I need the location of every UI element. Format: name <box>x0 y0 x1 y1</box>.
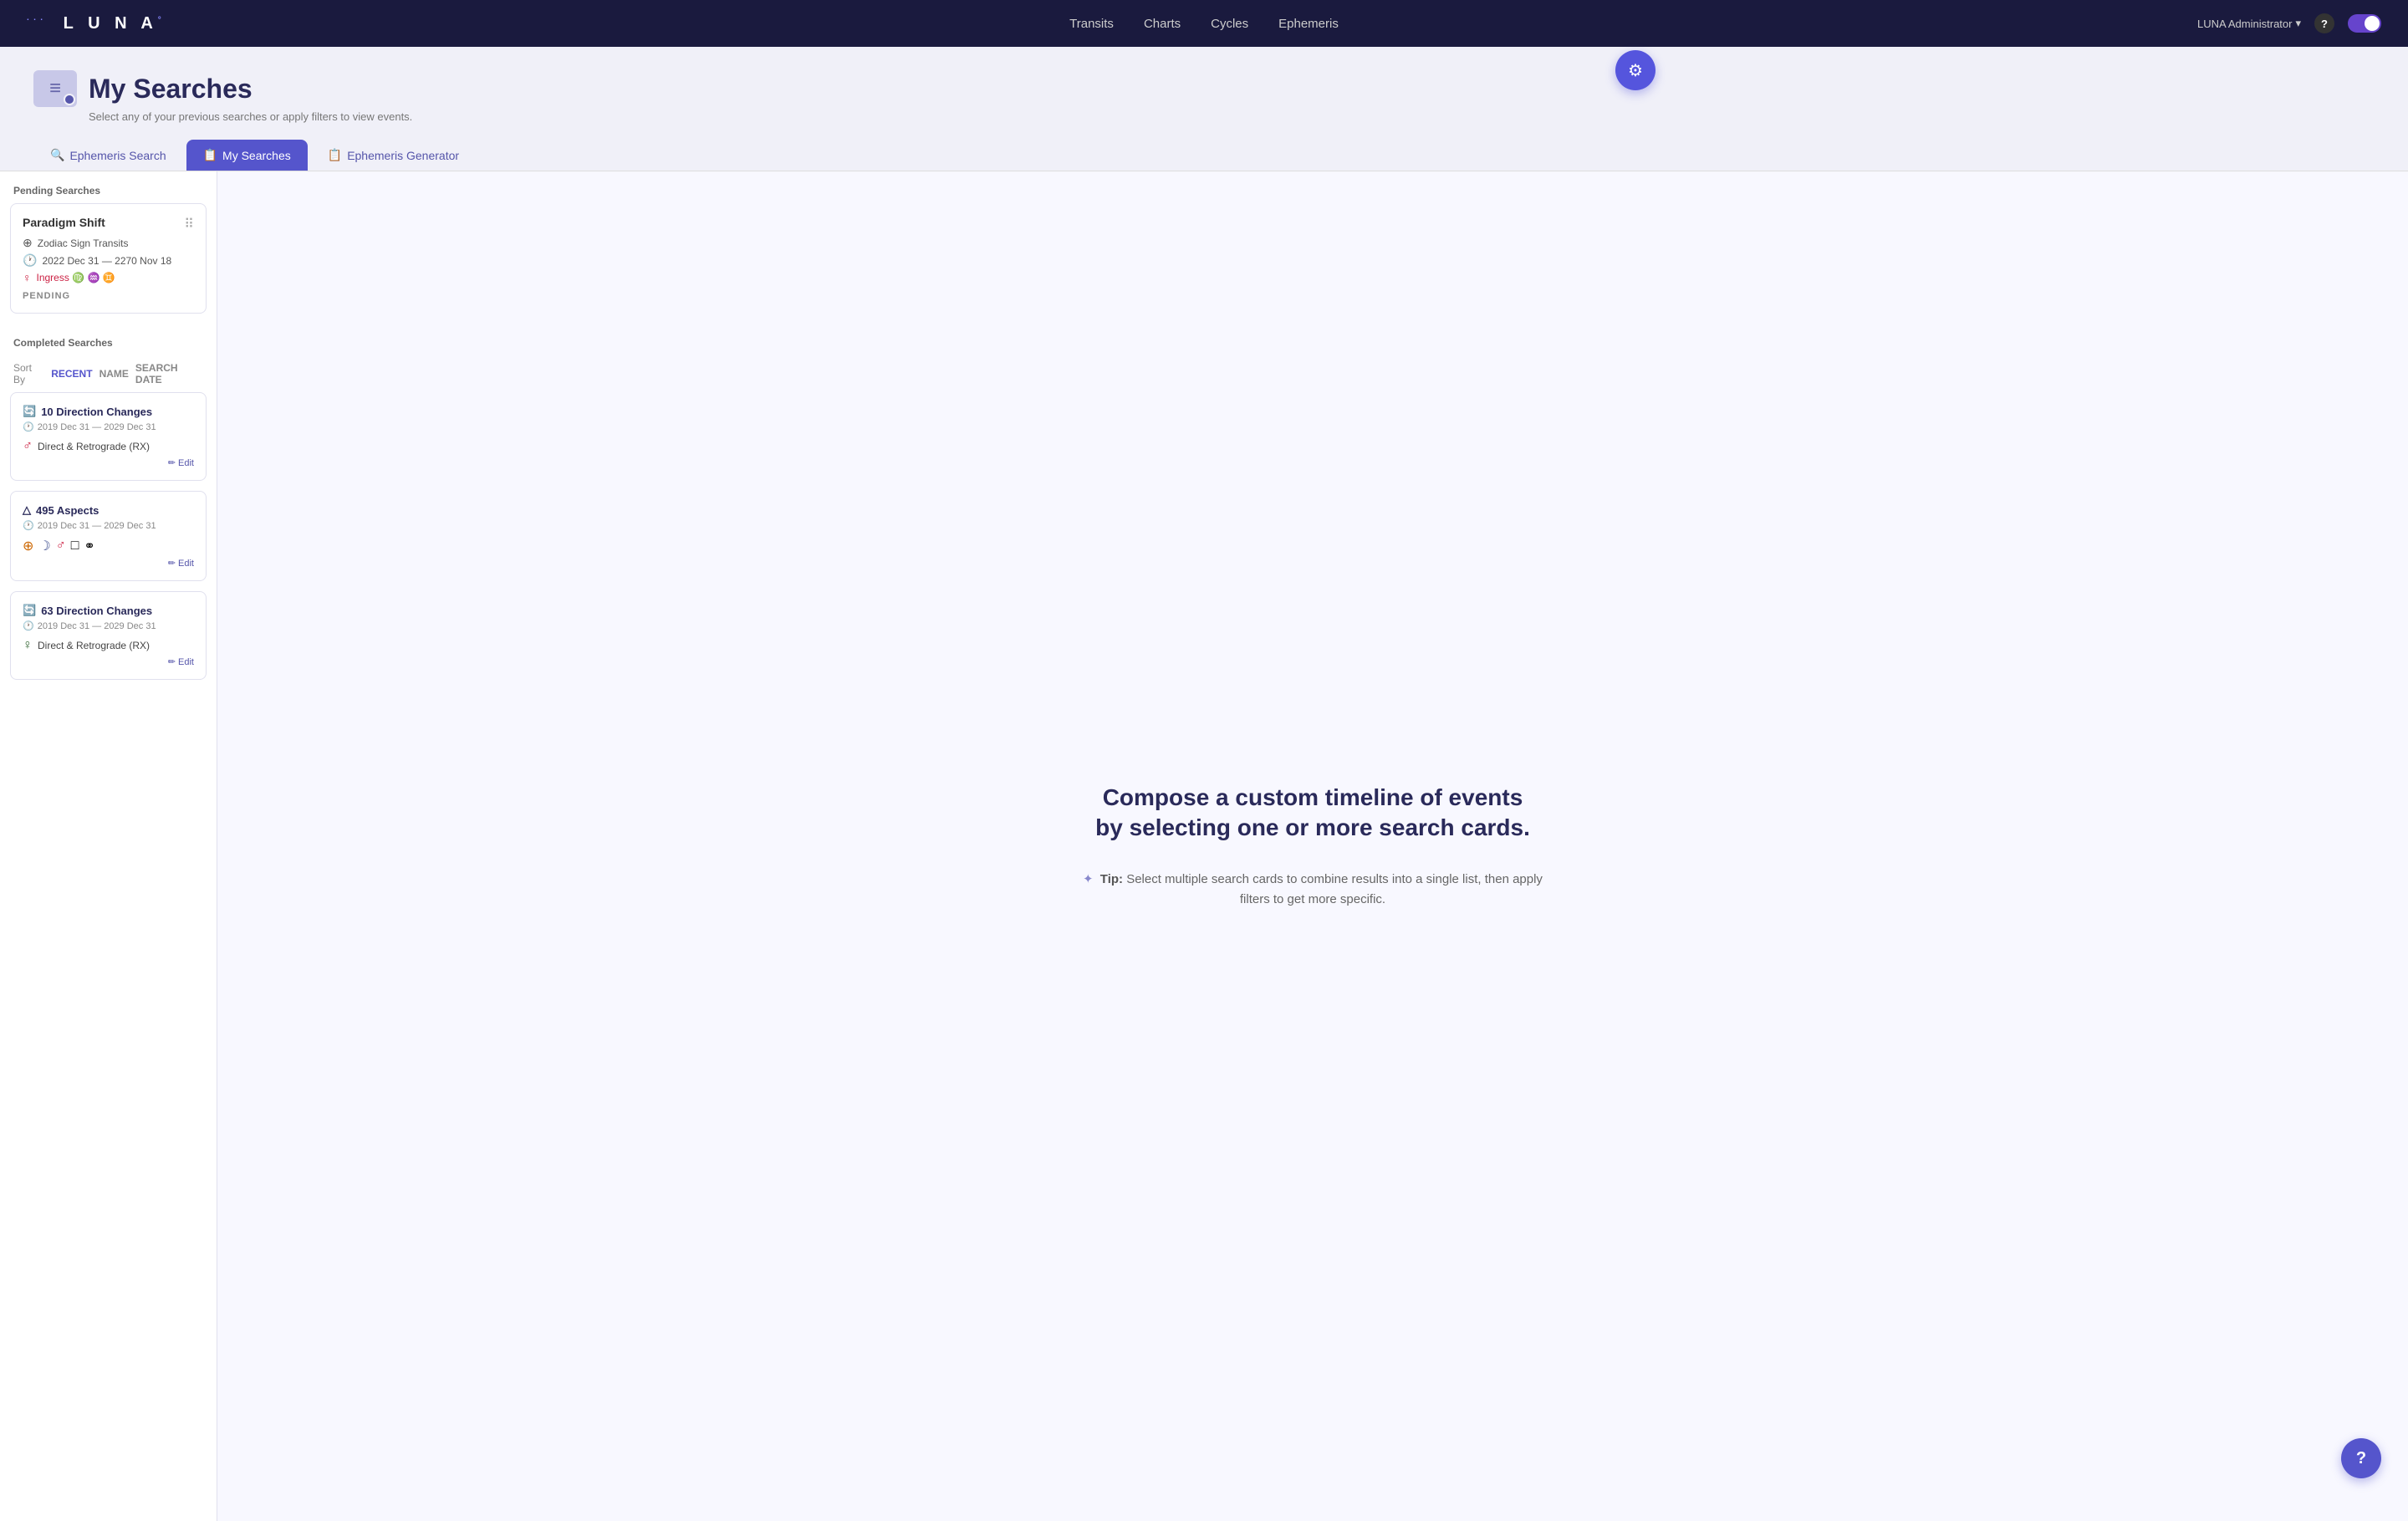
mars-symbol-2: ♂ <box>56 538 66 554</box>
edit-button-2[interactable]: ✏ Edit <box>23 558 194 569</box>
clock-icon: 🕐 <box>23 253 37 268</box>
nav-transits[interactable]: Transits <box>1069 17 1114 31</box>
clock-icon-2: 🕐 <box>23 520 34 531</box>
page-header: My Searches Select any of your previous … <box>0 47 2408 123</box>
content-area: Compose a custom timeline of events by s… <box>217 171 2408 1521</box>
nav-cycles[interactable]: Cycles <box>1211 17 1248 31</box>
page-title: My Searches <box>89 74 253 105</box>
tab-bar: 🔍 Ephemeris Search 📋 My Searches 📋 Ephem… <box>0 123 2408 171</box>
nav-links: Transits Charts Cycles Ephemeris <box>1069 17 1339 31</box>
completed-card-symbols-2: ⊕ ☽ ♂ □ ⚭ <box>23 538 194 554</box>
completed-card-495-aspects[interactable]: △ 495 Aspects 🕐 2019 Dec 31 — 2029 Dec 3… <box>10 491 207 581</box>
theme-toggle[interactable] <box>2348 14 2381 33</box>
completed-card-symbols-3: ♀ Direct & Retrograde (RX) <box>23 638 194 653</box>
completed-card-63-direction-changes[interactable]: 🔄 63 Direction Changes 🕐 2019 Dec 31 — 2… <box>10 591 207 680</box>
question-icon: ? <box>2356 1449 2366 1468</box>
completed-card-date-2: 🕐 2019 Dec 31 — 2029 Dec 31 <box>23 520 194 531</box>
edit-button-3[interactable]: ✏ Edit <box>23 656 194 667</box>
completed-card-date-3: 🕐 2019 Dec 31 — 2029 Dec 31 <box>23 620 194 631</box>
chevron-down-icon: ▾ <box>2295 17 2301 30</box>
rx-label-1: Direct & Retrograde (RX) <box>38 441 150 452</box>
moon-symbol: ☽ <box>38 538 50 554</box>
clock-icon-1: 🕐 <box>23 421 34 432</box>
aspects-icon: △ <box>23 503 31 517</box>
direction-icon-2: 🔄 <box>23 604 36 617</box>
app-logo[interactable]: · · · L U N A° <box>27 14 166 33</box>
main-content: Pending Searches Paradigm Shift ⠿ ⊕ Zodi… <box>0 171 2408 1521</box>
pending-card-type-row: ⊕ Zodiac Sign Transits <box>23 236 194 250</box>
sparkle-icon: ✦ <box>1083 872 1094 886</box>
user-menu[interactable]: LUNA Administrator ▾ <box>2197 17 2301 30</box>
gear-icon: ⚙ <box>1628 60 1643 81</box>
sidebar: Pending Searches Paradigm Shift ⠿ ⊕ Zodi… <box>0 171 217 1521</box>
completed-card-date-1: 🕐 2019 Dec 31 — 2029 Dec 31 <box>23 421 194 432</box>
square-symbol: □ <box>71 538 79 554</box>
completed-card-title-1: 🔄 10 Direction Changes <box>23 405 194 418</box>
completed-section-title: Completed Searches <box>0 324 217 355</box>
settings-fab[interactable]: ⚙ <box>1615 50 1656 90</box>
page-subtitle: Select any of your previous searches or … <box>33 110 2375 123</box>
sort-recent[interactable]: RECENT <box>51 368 92 380</box>
tip-label: Tip: <box>1100 872 1126 886</box>
sort-bar: Sort By RECENT NAME SEARCH DATE <box>0 355 217 392</box>
search-icon: 🔍 <box>50 148 64 162</box>
page-icon-badge <box>64 94 75 105</box>
venus-icon: ♀ <box>23 271 32 284</box>
planet-icon: ⊕ <box>23 236 33 250</box>
sort-name[interactable]: NAME <box>99 368 129 380</box>
generator-icon: 📋 <box>328 148 342 162</box>
nav-ephemeris[interactable]: Ephemeris <box>1278 17 1339 31</box>
venus-symbol-2: ♀ <box>23 638 33 653</box>
tip-text: ✦ Tip: Select multiple search cards to c… <box>1079 870 1547 910</box>
help-fab[interactable]: ? <box>2341 1438 2381 1478</box>
link-symbol: ⚭ <box>84 538 94 554</box>
page-icon <box>33 70 77 107</box>
direction-icon: 🔄 <box>23 405 36 418</box>
completed-card-10-direction-changes[interactable]: 🔄 10 Direction Changes 🕐 2019 Dec 31 — 2… <box>10 392 207 481</box>
navbar: · · · L U N A° Transits Charts Cycles Ep… <box>0 0 2408 47</box>
tab-ephemeris-generator[interactable]: 📋 Ephemeris Generator <box>311 140 476 171</box>
completed-card-symbols-1: ♂ Direct & Retrograde (RX) <box>23 439 194 454</box>
edit-button-1[interactable]: ✏ Edit <box>23 457 194 468</box>
mars-symbol: ♂ <box>23 439 33 454</box>
clock-icon-3: 🕐 <box>23 620 34 631</box>
help-button[interactable]: ? <box>2314 13 2334 33</box>
tab-my-searches[interactable]: 📋 My Searches <box>186 140 308 171</box>
pending-section-title: Pending Searches <box>0 171 217 203</box>
navbar-right: LUNA Administrator ▾ ? <box>2197 13 2381 33</box>
sort-search-date[interactable]: SEARCH DATE <box>135 362 203 385</box>
completed-card-title-2: △ 495 Aspects <box>23 503 194 517</box>
pending-card-title: Paradigm Shift <box>23 216 105 229</box>
pending-card-menu[interactable]: ⠿ <box>184 216 194 232</box>
sun-symbol: ⊕ <box>23 538 33 554</box>
pending-badge: PENDING <box>23 291 194 301</box>
completed-card-title-3: 🔄 63 Direction Changes <box>23 604 194 617</box>
app-superscript: ° <box>158 15 166 24</box>
pending-card-paradigm-shift[interactable]: Paradigm Shift ⠿ ⊕ Zodiac Sign Transits … <box>10 203 207 314</box>
pending-card-ingress-row: ♀ Ingress ♍ ♒ ♊ <box>23 271 194 284</box>
pending-card-date-row: 🕐 2022 Dec 31 — 2270 Nov 18 <box>23 253 194 268</box>
rx-label-3: Direct & Retrograde (RX) <box>38 640 150 651</box>
nav-charts[interactable]: Charts <box>1144 17 1181 31</box>
empty-state-heading: Compose a custom timeline of events by s… <box>1079 783 1547 844</box>
empty-state: Compose a custom timeline of events by s… <box>1079 783 1547 911</box>
tab-ephemeris-search[interactable]: 🔍 Ephemeris Search <box>33 140 183 171</box>
sort-label: Sort By <box>13 362 44 385</box>
searches-icon: 📋 <box>203 148 217 162</box>
